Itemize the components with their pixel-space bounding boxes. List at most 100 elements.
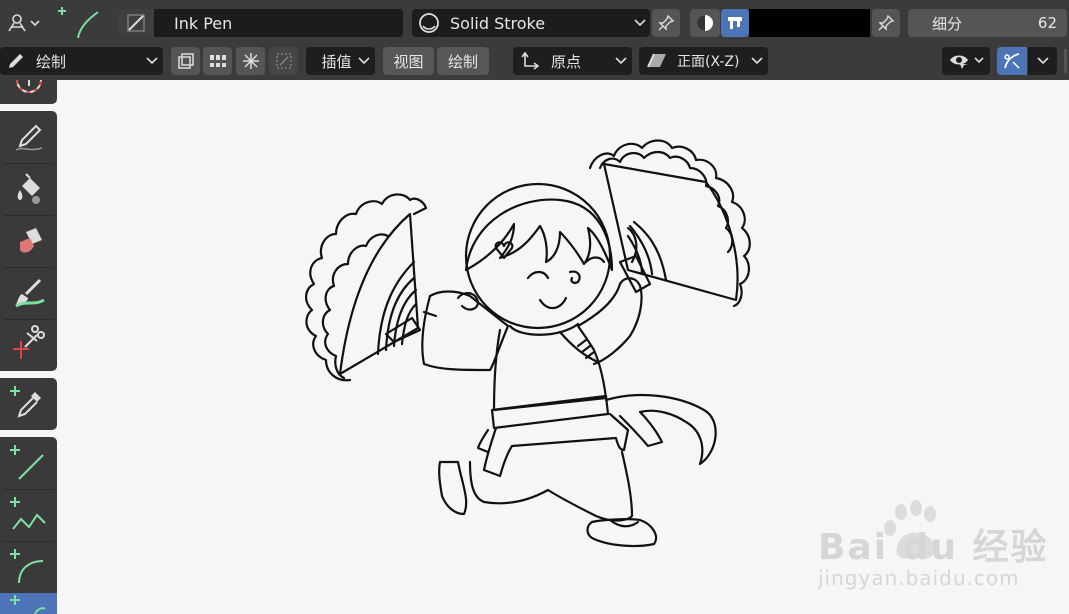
chevron-down-icon [146, 57, 158, 65]
chevron-down-icon [30, 20, 40, 27]
left-fan-ruffle-inner [321, 233, 390, 380]
plane-label: 正面(X-Z) [677, 54, 740, 70]
polyline-icon [9, 497, 46, 530]
chevron-down-icon [751, 57, 763, 65]
freeze-button[interactable] [236, 47, 265, 75]
pin-icon [878, 14, 895, 31]
polyline-tool[interactable] [0, 489, 57, 541]
mode-selector[interactable]: 绘制 [0, 47, 163, 75]
visibility-selector[interactable] [942, 47, 990, 75]
pin-material-button[interactable] [652, 9, 680, 37]
primitive-tools-group [0, 437, 57, 614]
mode-label: 绘制 [36, 52, 67, 71]
view-menu[interactable]: 视图 [383, 47, 434, 75]
shading-sphere-icon [697, 15, 713, 31]
subdivision-label: 细分 [932, 14, 963, 33]
brush-icon [14, 278, 45, 308]
tool-settings-header: Ink Pen Solid Stroke 细分 62 [0, 0, 1069, 43]
chevron-down-icon [358, 57, 370, 65]
curve-icon [9, 595, 46, 614]
material-name: Solid Stroke [450, 13, 546, 33]
skirt [482, 412, 630, 478]
eye-icon [950, 55, 968, 69]
paint-bucket-icon [17, 173, 40, 204]
overlay-toggle-button[interactable] [997, 47, 1027, 75]
editor-type-button[interactable] [2, 9, 44, 37]
erase-tool[interactable] [0, 215, 57, 267]
watermark-brand: Bai du 经验 [818, 527, 1049, 568]
arc-icon [9, 549, 43, 584]
brush-thumbnail-icon [118, 9, 154, 37]
drawing-plane-selector[interactable]: 正面(X-Z) [639, 47, 768, 75]
view-label: 视图 [393, 52, 424, 71]
subdivision-value: 62 [1037, 14, 1057, 32]
draw-tools-group [0, 111, 57, 371]
pin-color-button[interactable] [872, 9, 900, 37]
autolock-layers-button[interactable] [203, 47, 232, 75]
chevron-down-icon [615, 57, 627, 65]
guides-button[interactable] [269, 47, 298, 75]
tool-shelf [0, 80, 57, 614]
plane-icon [647, 53, 666, 68]
snowflake-icon [242, 53, 259, 69]
header-scroll-indicator [1064, 49, 1067, 73]
multiframe-button[interactable] [171, 47, 200, 75]
scissors-icon [12, 325, 45, 359]
toolbar-header: 绘制 插值 视图 绘制 原点 正面(X-Z) [0, 43, 1069, 80]
mouth [538, 296, 568, 310]
chevron-down-icon [1036, 57, 1049, 65]
right-eye [584, 256, 606, 264]
pencil-icon [9, 54, 23, 68]
brush-selector[interactable]: Ink Pen [118, 9, 403, 37]
draw-label: 绘制 [447, 52, 478, 71]
material-selector[interactable]: Solid Stroke [412, 9, 650, 37]
layers-lock-icon [207, 55, 228, 67]
subdivision-field[interactable]: 细分 62 [908, 9, 1067, 37]
overlay-icon [1004, 53, 1020, 69]
cursor-icon [15, 80, 42, 93]
brush-name: Ink Pen [174, 13, 233, 33]
stroke-color-swatch[interactable] [749, 9, 870, 37]
chevron-down-icon [634, 19, 646, 27]
right-shoe [586, 518, 658, 548]
watermark-url: jingyan.baidu.com [818, 566, 1020, 590]
grease-pencil-icon [8, 14, 26, 32]
left-eye [526, 270, 550, 280]
left-leg [468, 450, 634, 522]
eyedropper-icon [9, 386, 41, 418]
eraser-icon [19, 228, 42, 253]
interpolate-label: 插值 [321, 52, 352, 71]
snap-grid-icon [275, 53, 292, 69]
line-icon [9, 445, 44, 480]
pin-icon [658, 14, 675, 31]
origin-selector[interactable]: 原点 [513, 47, 632, 75]
skirt-detail [476, 428, 490, 454]
right-arm [576, 277, 643, 366]
cursor-tool[interactable] [0, 80, 57, 104]
belt [490, 394, 610, 430]
left-shoe [438, 460, 468, 516]
line-tool[interactable] [0, 437, 57, 489]
eyedropper-tool[interactable] [0, 378, 57, 430]
origin-label: 原点 [551, 52, 582, 71]
right-fan-rib [632, 220, 668, 282]
nose [568, 270, 581, 284]
draw-menu[interactable]: 绘制 [437, 47, 489, 75]
interpolate-menu[interactable]: 插值 [306, 47, 375, 75]
left-fan-ruffle [305, 193, 428, 382]
fill-tool[interactable] [0, 163, 57, 215]
color-mode-material-button[interactable] [690, 9, 720, 37]
cutter-tool[interactable] [0, 319, 57, 371]
arc-tool[interactable] [0, 541, 57, 593]
curve-tool[interactable] [0, 593, 57, 614]
draw-tool[interactable] [0, 111, 57, 163]
vertex-color-icon [728, 17, 742, 29]
origin-axis-icon [521, 51, 540, 70]
color-mode-vertex-button[interactable] [721, 9, 749, 37]
active-tool-icon [58, 4, 102, 40]
pencil-icon [15, 124, 42, 151]
tint-tool[interactable] [0, 267, 57, 319]
chevron-down-icon [974, 57, 984, 64]
overlay-dropdown[interactable] [1028, 47, 1057, 75]
right-fan-handle [618, 254, 652, 294]
